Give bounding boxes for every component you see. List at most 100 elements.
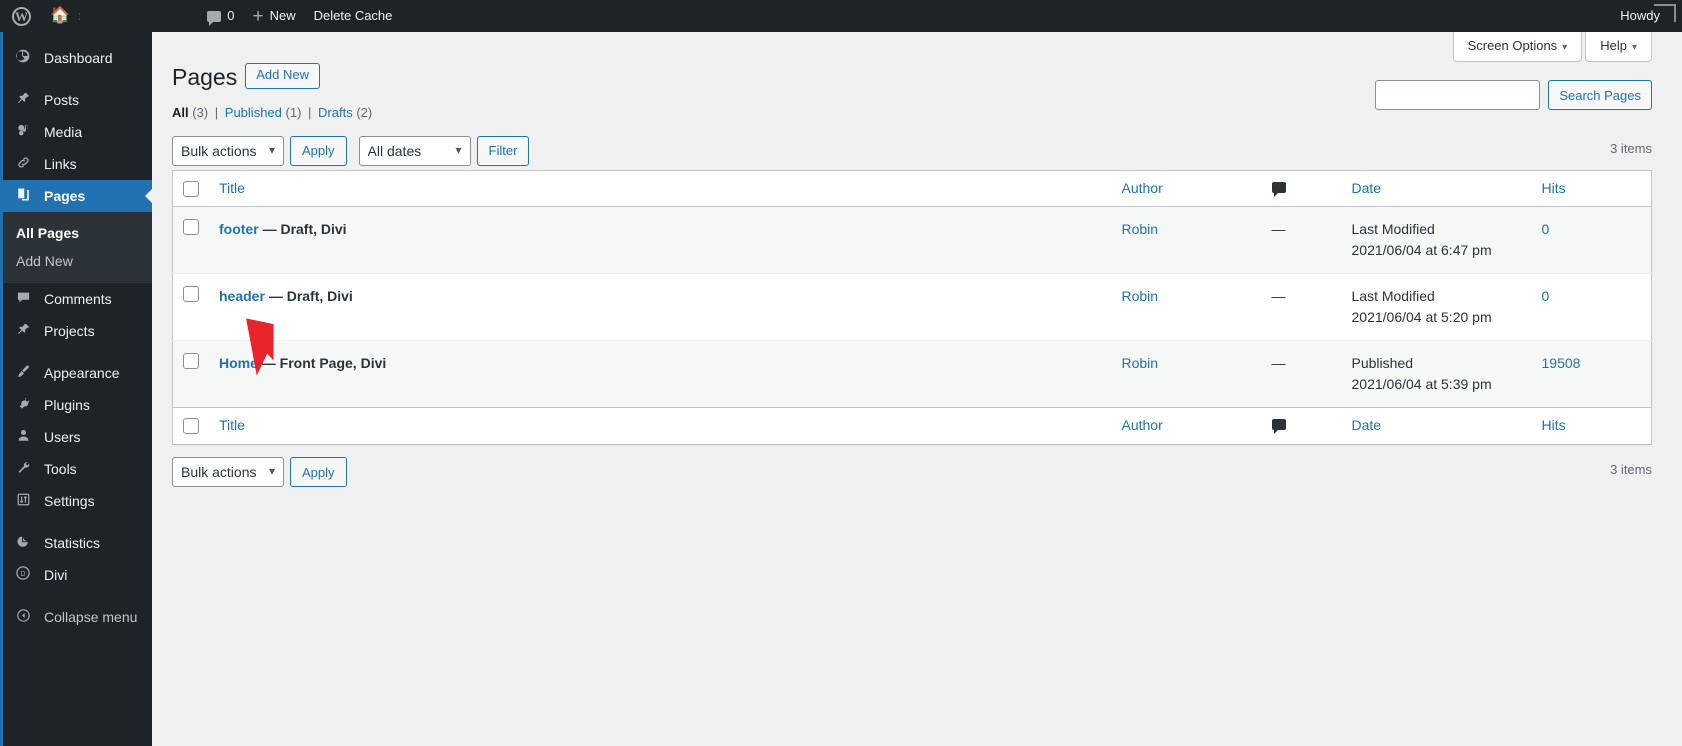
filter-button[interactable]: Filter [476, 135, 530, 166]
sidebar-item-pages[interactable]: Pages [3, 180, 153, 212]
table-head: Title Author Date Hits [172, 170, 1652, 208]
row-checkbox-cell [172, 340, 209, 408]
pages-submenu: All Pages Add New [3, 212, 152, 283]
view-link-all-item: All (3) [172, 105, 208, 120]
row-author-link[interactable]: Robin [1122, 355, 1159, 371]
view-separator-2: | [308, 104, 312, 120]
row-title-link[interactable]: footer [219, 221, 259, 237]
column-header-title-label: Title [219, 179, 245, 196]
row-hits-link[interactable]: 0 [1542, 221, 1550, 237]
sidebar-item-label: Media [44, 124, 83, 140]
new-content-menu[interactable]: + New [244, 0, 305, 32]
sidebar-item-media[interactable]: Media [3, 116, 152, 148]
view-link-published-item: Published (1) [225, 105, 302, 120]
comments-menu[interactable]: 0 [198, 0, 243, 32]
bulk-actions-select-top[interactable]: Bulk actions [172, 135, 284, 166]
row-comments-value: — [1271, 288, 1286, 305]
sidebar-item-appearance[interactable]: Appearance [3, 357, 152, 389]
help-button[interactable]: Help ▾ [1585, 32, 1652, 62]
row-title-link[interactable]: Home [219, 355, 258, 371]
column-footer-title-label: Title [219, 417, 245, 434]
row-author-cell: Robin [1111, 206, 1262, 274]
row-checkbox[interactable] [183, 353, 199, 370]
new-label: New [269, 8, 296, 23]
row-hits-link[interactable]: 0 [1542, 288, 1550, 304]
row-post-state: — Draft, Divi [268, 288, 353, 305]
apply-button-bottom[interactable]: Apply [290, 457, 347, 488]
column-footer-hits[interactable]: Hits [1531, 407, 1652, 445]
column-footer-date[interactable]: Date [1341, 407, 1532, 445]
tablenav-bottom: Bulk actions Apply 3 items [172, 453, 1652, 491]
row-post-state: — Draft, Divi [262, 221, 347, 238]
view-link-drafts[interactable]: Drafts [318, 105, 353, 120]
sidebar-item-links[interactable]: Links [3, 148, 152, 180]
sidebar-item-comments[interactable]: Comments [3, 283, 152, 315]
column-header-title[interactable]: Title [209, 170, 1112, 208]
submenu-item-add-new[interactable]: Add New [3, 247, 152, 275]
row-title-cell: header — Draft, Divi [209, 273, 1112, 341]
sidebar-item-posts[interactable]: Posts [3, 84, 152, 116]
row-author-link[interactable]: Robin [1122, 288, 1159, 304]
divi-icon: D [13, 565, 33, 585]
sidebar-item-label: Divi [44, 567, 68, 583]
view-count-published: (1) [285, 104, 302, 120]
sidebar-item-projects[interactable]: Projects [3, 315, 152, 347]
row-date-value: 2021/06/04 at 5:39 pm [1351, 376, 1492, 393]
add-new-button[interactable]: Add New [245, 62, 320, 89]
sidebar-item-label: Settings [44, 493, 95, 509]
submenu-item-all-pages[interactable]: All Pages [3, 219, 152, 247]
row-hits-cell: 19508 [1531, 340, 1652, 408]
pie-chart-icon [13, 534, 33, 553]
sidebar-item-settings[interactable]: Settings [3, 485, 152, 517]
comments-count: 0 [227, 8, 235, 23]
view-count-all: (3) [192, 104, 209, 120]
wp-logo-menu[interactable]: W [0, 0, 41, 32]
row-comments-value: — [1271, 221, 1286, 238]
comment-bubble-icon [207, 10, 222, 26]
sidebar-item-tools[interactable]: Tools [3, 453, 152, 485]
sidebar-item-statistics[interactable]: Statistics [3, 527, 152, 559]
search-pages-button[interactable]: Search Pages [1548, 80, 1652, 110]
row-hits-link[interactable]: 19508 [1542, 355, 1581, 371]
sidebar-item-label: Statistics [44, 535, 101, 551]
delete-cache-button[interactable]: Delete Cache [305, 0, 402, 32]
view-link-published[interactable]: Published [225, 105, 282, 120]
comment-icon [13, 290, 33, 309]
table-row: footer — Draft, Divi Robin — Last Modifi… [172, 206, 1652, 274]
sidebar-item-plugins[interactable]: Plugins [3, 389, 152, 421]
row-checkbox[interactable] [183, 286, 199, 303]
search-input[interactable] [1375, 80, 1541, 110]
bulk-actions-select-wrap-bottom: Bulk actions [172, 457, 284, 488]
row-author-cell: Robin [1111, 273, 1262, 341]
select-all-checkbox-top[interactable] [183, 180, 199, 197]
collapse-menu-button[interactable]: Collapse menu [3, 601, 152, 633]
page-scrollbar[interactable] [1672, 32, 1682, 746]
svg-text:D: D [20, 569, 25, 578]
sidebar-item-label: Tools [44, 461, 77, 477]
column-footer-author-label: Author [1121, 417, 1163, 434]
column-header-hits[interactable]: Hits [1531, 170, 1652, 208]
collapse-arrow-icon [13, 608, 33, 627]
sidebar-item-dashboard[interactable]: Dashboard [3, 42, 152, 74]
column-footer-title[interactable]: Title [209, 407, 1112, 445]
date-filter-select[interactable]: All dates [358, 135, 471, 166]
select-all-checkbox-bottom[interactable] [183, 418, 199, 435]
column-footer-comments[interactable] [1261, 407, 1342, 445]
row-checkbox[interactable] [183, 219, 199, 236]
site-name-menu[interactable]: 🏠 : [41, 0, 90, 32]
bulk-actions-select-bottom[interactable]: Bulk actions [172, 457, 284, 488]
column-header-date[interactable]: Date [1341, 170, 1532, 208]
admin-bar: W 🏠 : 0 + New Delete Cache Howdy [0, 0, 1682, 32]
screen-options-button[interactable]: Screen Options ▾ [1452, 32, 1583, 62]
window-resize-corner [1654, 4, 1676, 22]
displaying-num-top: 3 items [1610, 140, 1652, 156]
row-author-link[interactable]: Robin [1122, 221, 1159, 237]
column-header-comments[interactable] [1261, 170, 1342, 208]
column-header-author-label: Author [1121, 179, 1163, 196]
sidebar-item-users[interactable]: Users [3, 421, 152, 453]
apply-button-top[interactable]: Apply [290, 135, 347, 166]
view-link-all[interactable]: All [172, 105, 189, 120]
row-date-cell: Last Modified 2021/06/04 at 6:47 pm [1341, 206, 1532, 274]
sidebar-item-divi[interactable]: D Divi [3, 559, 152, 591]
row-title-link[interactable]: header [219, 288, 265, 304]
